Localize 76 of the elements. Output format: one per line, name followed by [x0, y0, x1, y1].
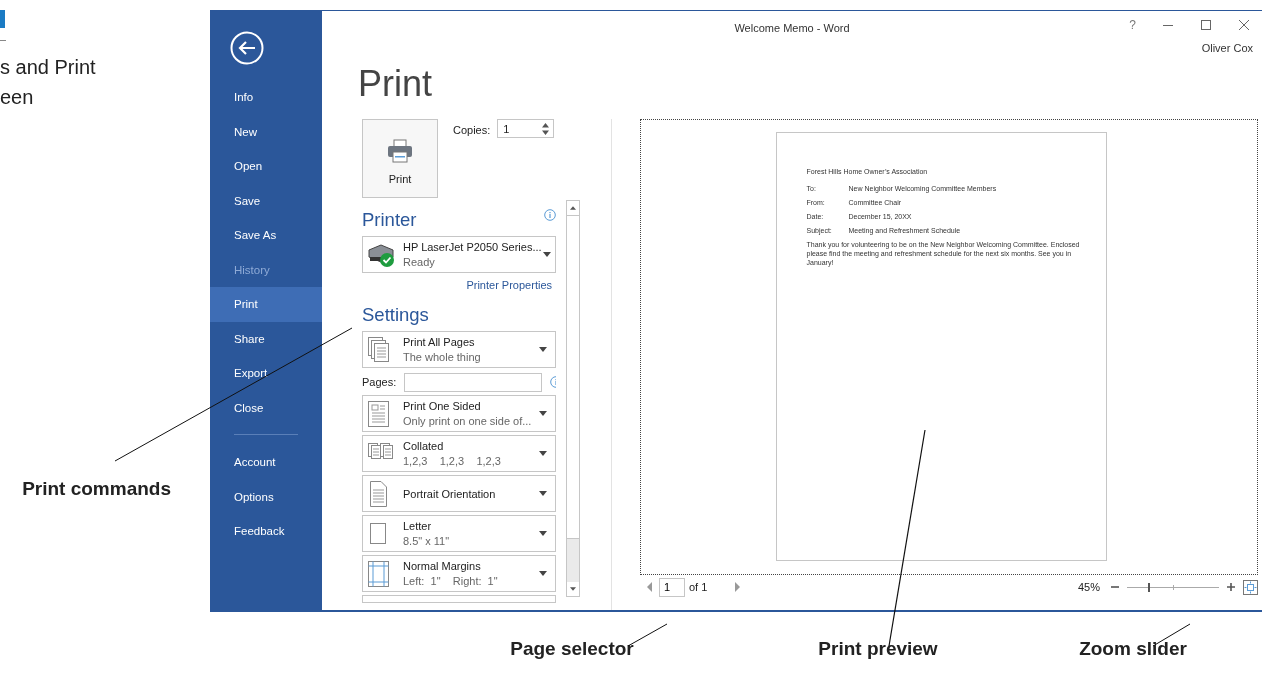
page-number-field[interactable]: 1 — [659, 577, 685, 597]
option-title: Portrait Orientation — [403, 487, 497, 500]
sidebar-item[interactable]: Save — [210, 183, 322, 218]
option-description: The whole thing — [403, 351, 482, 363]
close-icon[interactable] — [1238, 19, 1250, 31]
callout-label: Zoom slider — [1078, 638, 1188, 660]
callout-label: Print preview — [817, 638, 939, 660]
sidebar-item[interactable]: Info — [210, 80, 322, 115]
scrollbar-thumb[interactable] — [567, 215, 579, 539]
settings-dropdown[interactable]: Print All Pages The whole thing — [362, 331, 556, 368]
page-heading: Print — [357, 62, 434, 106]
print-button[interactable]: Print — [362, 119, 438, 198]
settings-dropdown[interactable]: Portrait Orientation — [362, 475, 556, 512]
printer-properties-link[interactable]: Printer Properties — [466, 279, 552, 302]
caret-icon[interactable] — [539, 411, 547, 416]
zoom-in-icon[interactable] — [1226, 582, 1236, 592]
printer-ready-icon — [367, 241, 397, 268]
settings-dropdown[interactable]: Collated 1,2,3 1,2,3 1,2,3 — [362, 435, 556, 472]
sidebar-item[interactable]: Save As — [210, 218, 322, 253]
sidebar-item[interactable]: Account — [210, 445, 322, 480]
sidebar-item[interactable]: Print — [210, 287, 322, 322]
option-title: Normal Margins — [403, 560, 482, 572]
scrollbar[interactable] — [566, 200, 580, 597]
printer-icon — [387, 138, 413, 163]
caret-icon[interactable] — [539, 451, 547, 456]
caret-icon[interactable] — [539, 571, 547, 576]
next-page-icon[interactable] — [733, 582, 742, 592]
settings-dropdown[interactable]: Normal Margins Left: 1" Right: 1" — [362, 555, 556, 592]
section-heading: Settings — [362, 304, 429, 326]
copies-label: Copies: — [453, 124, 491, 136]
caption-text: s and Print — [0, 55, 96, 80]
page-count: of 1 — [689, 581, 708, 593]
caret-icon[interactable] — [539, 531, 547, 536]
option-title: Print One Sided — [403, 400, 482, 412]
maximize-icon[interactable] — [1200, 19, 1212, 31]
caption-text: een — [0, 85, 34, 110]
sidebar-item[interactable]: Open — [210, 149, 322, 184]
copies-spinbox[interactable]: 1 — [497, 119, 555, 138]
option-title: Letter — [403, 520, 433, 532]
rule-line — [0, 40, 6, 41]
option-description: Only print on one side of... — [403, 415, 533, 427]
printer-name: HP LaserJet P2050 Series... — [403, 241, 543, 253]
option-description: 8.5" x 11" — [403, 535, 451, 547]
printer-dropdown[interactable]: HP LaserJet P2050 Series... Ready — [362, 236, 556, 273]
previous-page-icon[interactable] — [646, 582, 654, 592]
slider-thumb[interactable] — [1148, 582, 1151, 592]
sidebar-item[interactable]: Export — [210, 356, 322, 391]
caret-icon[interactable] — [539, 491, 547, 496]
option-description: Left: 1" Right: 1" — [403, 575, 499, 587]
section-marker — [0, 10, 5, 28]
printer-status: Ready — [403, 256, 436, 268]
option-description: 1,2,3 1,2,3 1,2,3 — [403, 455, 502, 467]
section-heading: Printer — [362, 209, 417, 231]
zoom-slider[interactable] — [1127, 582, 1219, 592]
sidebar-item[interactable]: Close — [210, 390, 322, 425]
sidebar-item[interactable]: New — [210, 114, 322, 149]
pages-field[interactable] — [404, 372, 543, 392]
user-name[interactable]: Oliver Cox — [1201, 42, 1253, 62]
settings-dropdown[interactable]: Letter 8.5" x 11" — [362, 515, 556, 552]
settings-dropdown[interactable]: Print One Sided Only print on one side of... — [362, 395, 556, 432]
pages-label: Pages: — [362, 376, 397, 388]
sidebar-item[interactable]: Feedback — [210, 514, 322, 549]
sidebar-item[interactable]: Share — [210, 321, 322, 356]
sidebar-item[interactable]: Options — [210, 479, 322, 514]
option-title: Print All Pages — [403, 336, 476, 348]
zoom-percentage[interactable]: 45% — [1077, 581, 1100, 593]
caret-icon[interactable] — [539, 347, 547, 352]
callout-label: Print commands — [22, 478, 171, 500]
option-title: Collated — [403, 440, 445, 452]
spin-arrows-icon — [542, 122, 550, 135]
fit-page-icon[interactable] — [1243, 579, 1258, 595]
callout-label: Page selector — [509, 638, 635, 660]
caret-icon[interactable] — [543, 252, 551, 257]
info-icon — [544, 209, 556, 221]
help-button[interactable]: ? — [1129, 18, 1136, 32]
window-title: Welcome Memo - Word — [734, 21, 850, 34]
